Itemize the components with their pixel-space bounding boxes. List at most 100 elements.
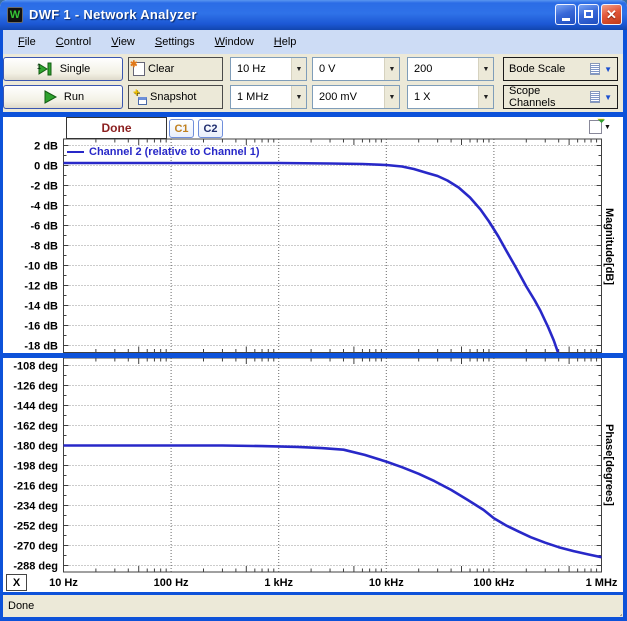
svg-text:2 dB: 2 dB [34, 141, 58, 153]
channel2-toggle-button[interactable]: C2 [198, 119, 223, 138]
list-icon [590, 63, 601, 75]
snapshot-button[interactable]: + Snapshot [128, 85, 223, 109]
chevron-down-icon: ▼ [604, 92, 612, 102]
amplitude-select[interactable]: 200 mV ▼ [312, 85, 400, 109]
offset-select[interactable]: 0 V ▼ [312, 57, 400, 81]
samples-select[interactable]: 200 ▼ [407, 57, 494, 81]
clear-icon: ✱ [130, 59, 145, 76]
svg-text:-270 deg: -270 deg [13, 541, 58, 553]
status-bar: Done [0, 595, 627, 617]
offset-value: 0 V [319, 63, 336, 75]
menu-settings[interactable]: Settings [145, 33, 205, 51]
start-frequency-value: 10 Hz [237, 63, 266, 75]
run-play-icon [44, 90, 57, 104]
chevron-down-icon[interactable]: ▼ [384, 58, 399, 80]
svg-text:-2 dB: -2 dB [31, 181, 59, 193]
single-step-icon: 1 [37, 62, 52, 76]
single-button[interactable]: 1 Single [3, 57, 123, 81]
chevron-down-icon[interactable]: ▼ [478, 86, 493, 108]
window-border-right [623, 30, 627, 621]
maximize-icon [584, 10, 593, 18]
gain-select[interactable]: 1 X ▼ [407, 85, 494, 109]
stop-frequency-select[interactable]: 1 MHz ▼ [230, 85, 307, 109]
run-button[interactable]: Run [3, 85, 123, 109]
svg-text:-180 deg: -180 deg [13, 441, 58, 453]
svg-text:-144 deg: -144 deg [13, 401, 58, 413]
svg-text:10 Hz: 10 Hz [49, 577, 78, 589]
legend-text: Channel 2 (relative to Channel 1) [89, 146, 260, 158]
x-axis-close-button[interactable]: X [6, 574, 27, 591]
svg-text:0 dB: 0 dB [34, 161, 58, 173]
network-analyzer-window: W DWF 1 - Network Analyzer ✕ File Contro… [0, 0, 627, 621]
run-button-label: Run [63, 91, 85, 103]
clear-button-label: Clear [148, 63, 175, 75]
menu-bar: File Control View Settings Window Help [0, 30, 627, 54]
resize-grip[interactable] [609, 603, 621, 615]
bode-scale-button[interactable]: Bode Scale ▼ [503, 57, 618, 81]
x-axis-close-label: X [12, 576, 21, 589]
status-bar-text: Done [8, 600, 35, 612]
svg-text:10 kHz: 10 kHz [369, 577, 404, 589]
snapshot-icon: + [133, 87, 147, 105]
svg-text:1: 1 [37, 64, 41, 71]
bode-scale-label: Bode Scale [509, 63, 566, 75]
channel1-toggle-button[interactable]: C1 [169, 119, 194, 138]
svg-text:-198 deg: -198 deg [13, 461, 58, 473]
svg-text:-12 dB: -12 dB [24, 281, 58, 293]
svg-text:-18 dB: -18 dB [24, 341, 58, 353]
magnitude-axis-title: Magnitude[dB] [603, 207, 615, 285]
scope-channels-button[interactable]: Scope Channels ▼ [503, 85, 618, 109]
window-title: DWF 1 - Network Analyzer [29, 7, 197, 22]
amplitude-value: 200 mV [319, 91, 357, 103]
svg-text:-8 dB: -8 dB [31, 241, 59, 253]
svg-text:-14 dB: -14 dB [24, 301, 58, 313]
waveforms-logo-icon: W [7, 7, 23, 23]
menu-file[interactable]: File [8, 33, 46, 51]
maximize-button[interactable] [578, 4, 599, 25]
start-frequency-select[interactable]: 10 Hz ▼ [230, 57, 307, 81]
samples-value: 200 [414, 63, 433, 75]
gain-value: 1 X [414, 91, 431, 103]
window-border-left [0, 30, 3, 621]
svg-text:-16 dB: -16 dB [24, 321, 58, 333]
menu-help[interactable]: Help [264, 33, 307, 51]
channel2-label: C2 [203, 122, 218, 135]
chevron-down-icon[interactable]: ▼ [291, 58, 306, 80]
menu-view[interactable]: View [101, 33, 145, 51]
svg-text:1 kHz: 1 kHz [264, 577, 293, 589]
minimize-icon [561, 17, 570, 21]
scope-channels-label: Scope Channels [509, 85, 556, 109]
plot-splitter[interactable] [0, 353, 627, 358]
title-bar[interactable]: W DWF 1 - Network Analyzer ✕ [0, 0, 627, 30]
chevron-down-icon: ▼ [604, 123, 611, 131]
chevron-down-icon[interactable]: ▼ [478, 58, 493, 80]
bode-plot-panel: 2 dB 0 dB -2 dB -4 dB -6 dB -8 dB -10 dB -12 dB… [0, 115, 627, 592]
stop-frequency-value: 1 MHz [237, 91, 269, 103]
plot-export-button[interactable]: ▼ [589, 115, 611, 134]
svg-text:-126 deg: -126 deg [13, 381, 58, 393]
legend-line-swatch [67, 151, 84, 153]
toolbar: 1 Single Run ✱ Clear + Snapshot 10 Hz ▼ … [0, 54, 627, 112]
svg-text:-234 deg: -234 deg [13, 501, 58, 513]
close-button[interactable]: ✕ [601, 4, 622, 25]
chevron-down-icon: ▼ [604, 64, 612, 74]
menu-window[interactable]: Window [205, 33, 264, 51]
menu-control[interactable]: Control [46, 33, 101, 51]
chevron-down-icon[interactable]: ▼ [291, 86, 306, 108]
toolbar-plot-separator [0, 112, 627, 117]
acquisition-status-box: Done [66, 117, 167, 139]
phase-axis-title: Phase[degrees] [603, 424, 615, 506]
chevron-down-icon[interactable]: ▼ [384, 86, 399, 108]
window-border-bottom [0, 617, 627, 621]
svg-text:-108 deg: -108 deg [13, 361, 58, 373]
svg-text:-162 deg: -162 deg [13, 421, 58, 433]
svg-text:-216 deg: -216 deg [13, 481, 58, 493]
channel1-label: C1 [174, 122, 189, 135]
svg-text:100 Hz: 100 Hz [154, 577, 189, 589]
acquisition-status-text: Done [101, 121, 132, 135]
minimize-button[interactable] [555, 4, 576, 25]
svg-text:-6 dB: -6 dB [31, 221, 59, 233]
clear-button[interactable]: ✱ Clear [128, 57, 223, 81]
svg-text:-288 deg: -288 deg [13, 561, 58, 573]
svg-text:1 MHz: 1 MHz [586, 577, 618, 589]
